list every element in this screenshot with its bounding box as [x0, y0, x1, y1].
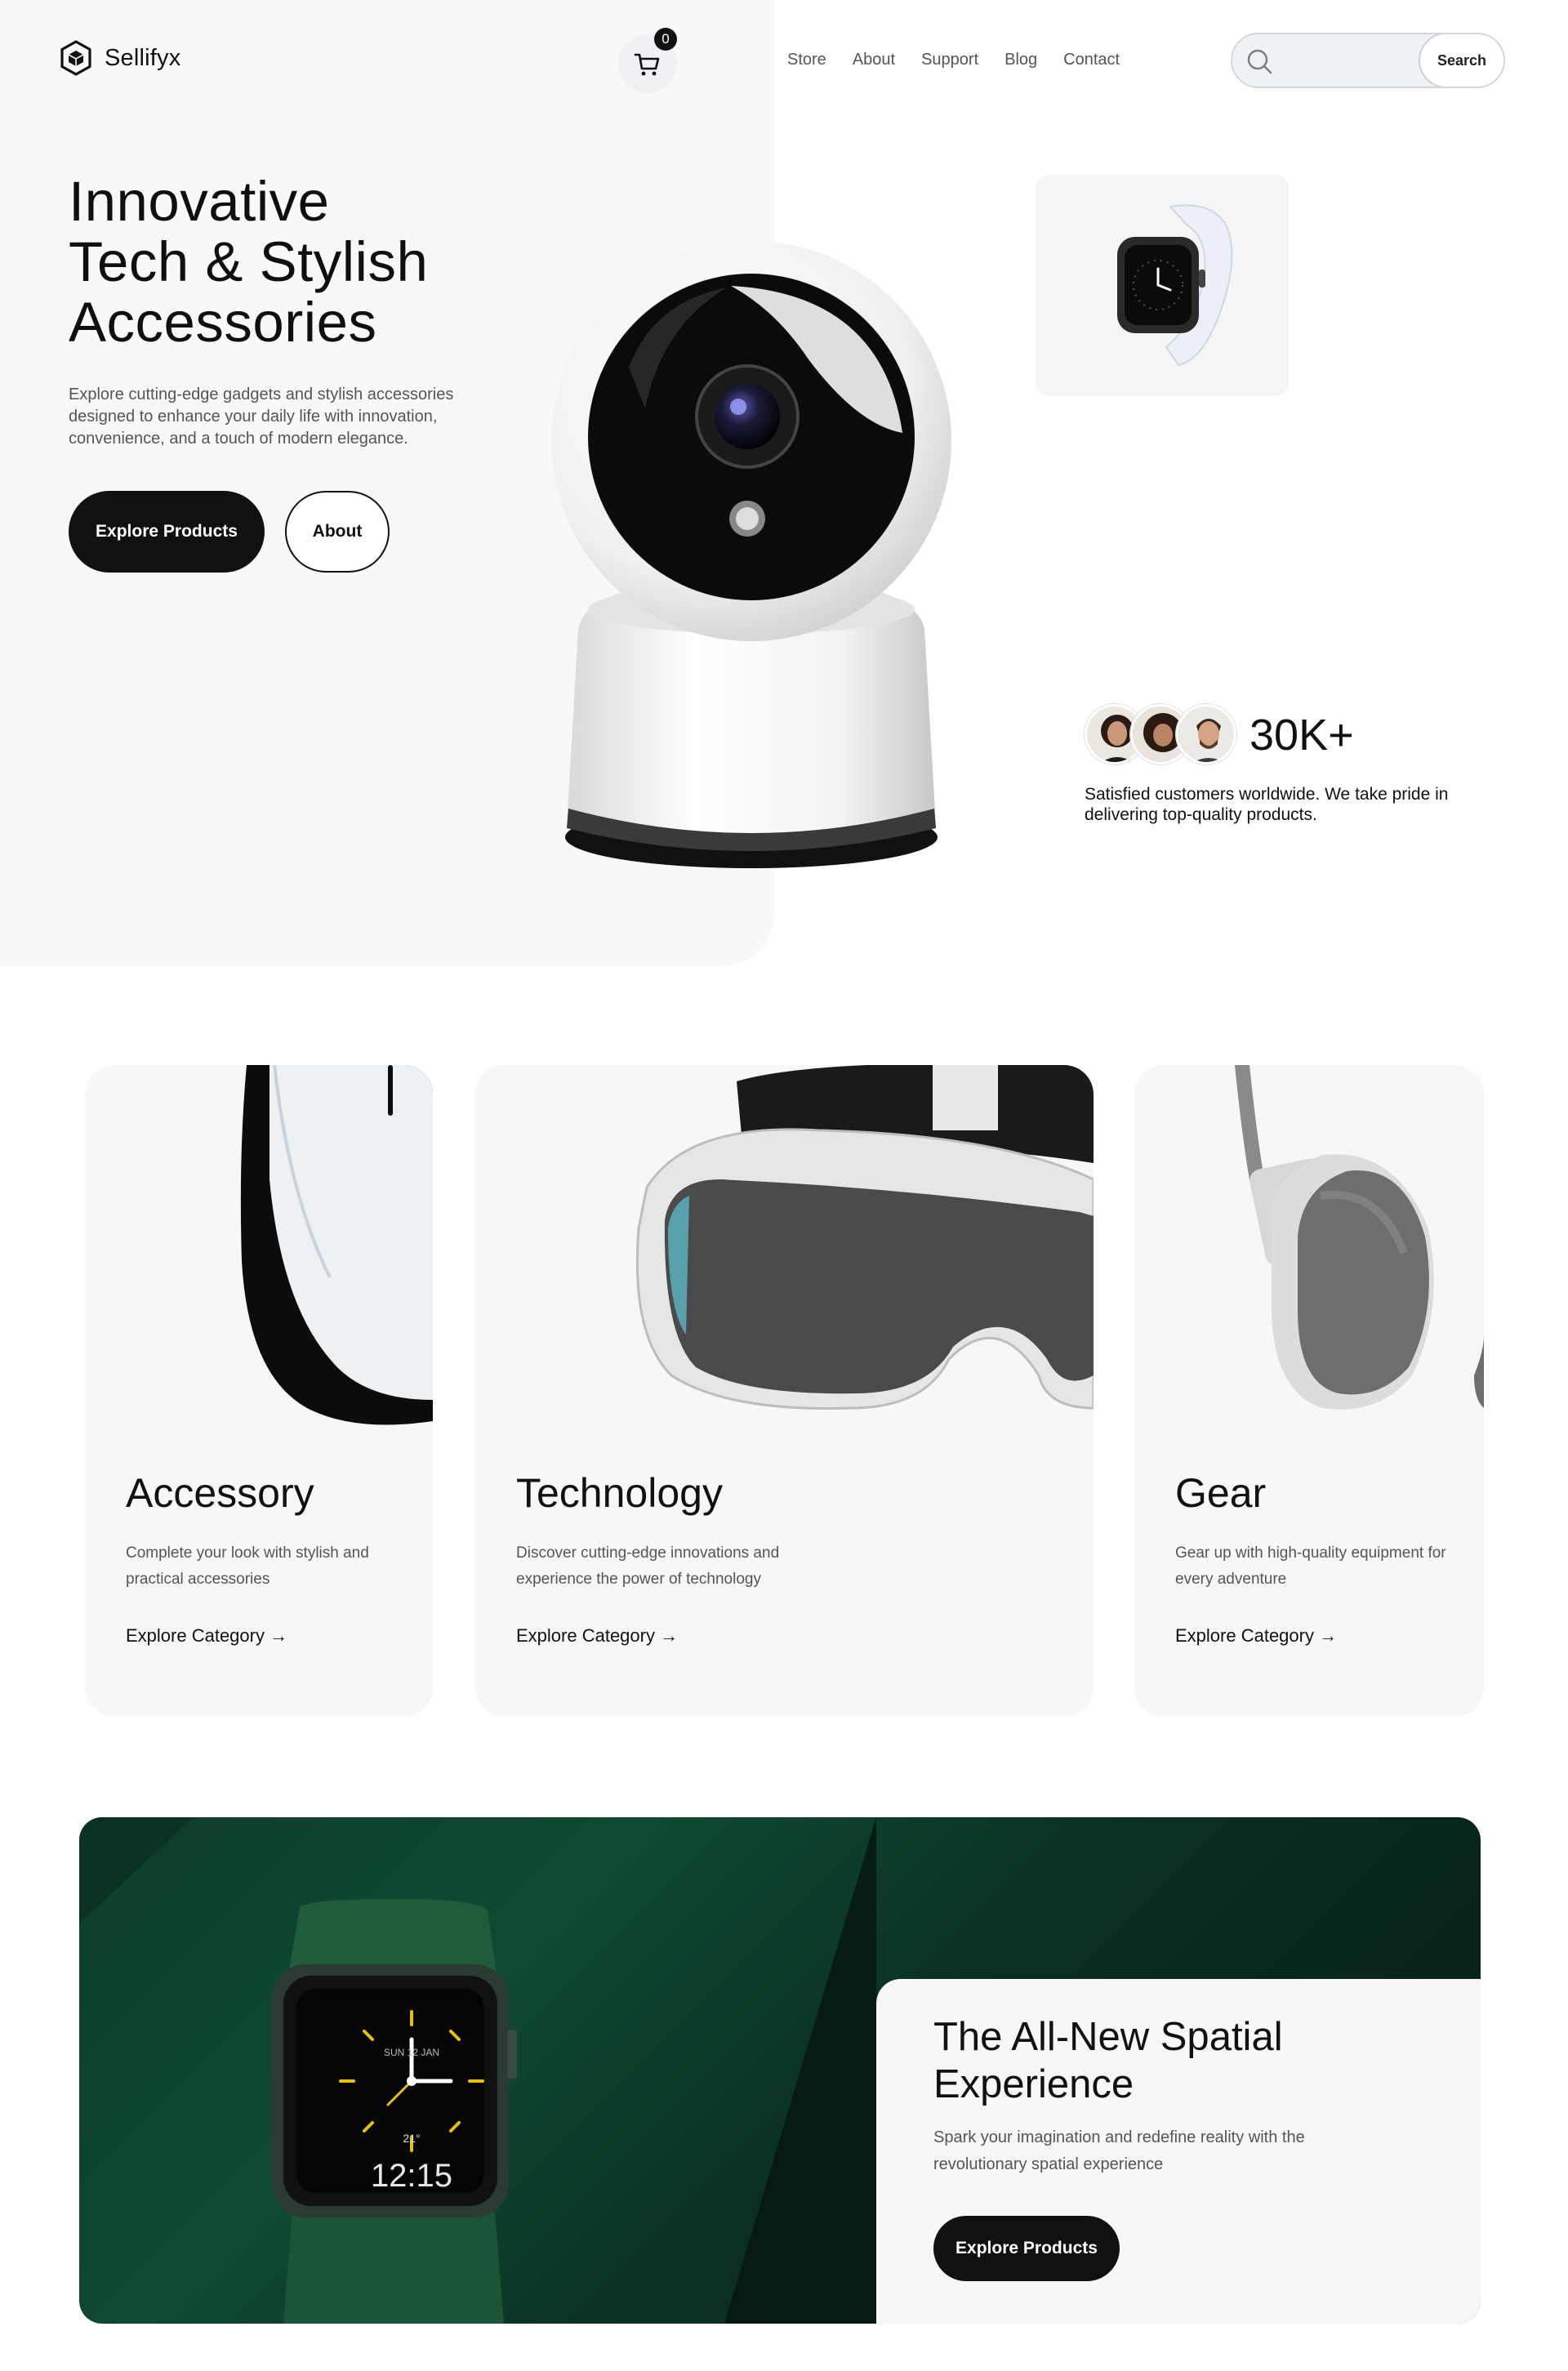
- customer-count: 30K+: [1250, 711, 1354, 760]
- search-bar: Search: [1231, 33, 1505, 88]
- search-icon: [1247, 49, 1272, 74]
- customer-stat-description: Satisfied customers worldwide. We take p…: [1085, 785, 1449, 824]
- mouse-image: [240, 1065, 433, 1425]
- cart-button[interactable]: 0: [618, 28, 677, 93]
- nav-support[interactable]: Support: [921, 51, 978, 69]
- explore-products-button[interactable]: Explore Products: [69, 491, 265, 573]
- category-description: Gear up with high-quality equipment for …: [1175, 1544, 1446, 1588]
- hero-title-line-2: Tech & Stylish: [69, 230, 429, 293]
- cart-count-badge: 0: [654, 28, 677, 51]
- explore-category-link[interactable]: Explore Category →: [1175, 1625, 1337, 1647]
- banner-description: Spark your imagination and redefine real…: [933, 2128, 1305, 2173]
- category-title: Gear: [1175, 1470, 1267, 1516]
- category-title: Accessory: [126, 1470, 314, 1516]
- smartwatch-image: [1117, 203, 1233, 366]
- banner-explore-products-button[interactable]: Explore Products: [933, 2216, 1120, 2281]
- watch-time: 12:15: [371, 2158, 452, 2194]
- explore-category-link[interactable]: Explore Category →: [516, 1625, 678, 1647]
- nav-about[interactable]: About: [853, 51, 895, 69]
- banner-title: The All-New Spatial Experience: [933, 2013, 1283, 2108]
- banner-content-panel: The All-New Spatial Experience Spark you…: [876, 1979, 1481, 2324]
- vr-headset-image: [635, 1065, 1094, 1410]
- hero-description: Explore cutting-edge gadgets and stylish…: [69, 386, 454, 448]
- search-input[interactable]: [1281, 34, 1420, 87]
- brand-logo[interactable]: Sellifyx: [59, 39, 180, 77]
- security-camera-image: [551, 241, 951, 868]
- about-button[interactable]: About: [285, 491, 390, 573]
- explore-category-link[interactable]: Explore Category →: [126, 1625, 287, 1647]
- nav-contact[interactable]: Contact: [1063, 51, 1120, 69]
- avatar: [1176, 704, 1236, 764]
- brand-name: Sellifyx: [105, 44, 181, 71]
- cart-icon: [634, 53, 660, 76]
- smartwatch-card[interactable]: [1036, 175, 1289, 396]
- watch-temperature: 21°: [403, 2132, 420, 2145]
- banner-title-line-2: Experience: [933, 2062, 1134, 2106]
- nav-blog[interactable]: Blog: [1004, 51, 1037, 69]
- category-title: Technology: [516, 1470, 723, 1516]
- search-button[interactable]: Search: [1419, 34, 1503, 87]
- promo-banner: SUN 12 JAN 21° 12:15 The All-New Spatial…: [79, 1817, 1481, 2324]
- customer-avatars: [1085, 704, 1236, 764]
- banner-title-line-1: The All-New Spatial: [933, 2015, 1283, 2059]
- category-card-gear[interactable]: Gear Gear up with high-quality equipment…: [1134, 1065, 1484, 1717]
- category-card-accessory[interactable]: Accessory Complete your look with stylis…: [85, 1065, 433, 1717]
- hero-title-line-3: Accessories: [69, 291, 377, 354]
- hero-title-line-1: Innovative: [69, 170, 330, 233]
- category-description: Discover cutting-edge innovations and ex…: [516, 1544, 780, 1588]
- nav-store[interactable]: Store: [787, 51, 826, 69]
- category-description: Complete your look with stylish and prac…: [126, 1544, 369, 1588]
- headphones-image: [1235, 1065, 1484, 1410]
- watch-date: SUN 12 JAN: [384, 2047, 439, 2058]
- main-nav: Store About Support Blog Contact: [787, 51, 1120, 69]
- category-card-technology[interactable]: Technology Discover cutting-edge innovat…: [475, 1065, 1094, 1717]
- cube-logo-icon: [60, 40, 91, 76]
- green-smartwatch-image: SUN 12 JAN 21° 12:15: [79, 1817, 876, 2324]
- hero-title: Innovative Tech & Stylish Accessories: [69, 172, 428, 353]
